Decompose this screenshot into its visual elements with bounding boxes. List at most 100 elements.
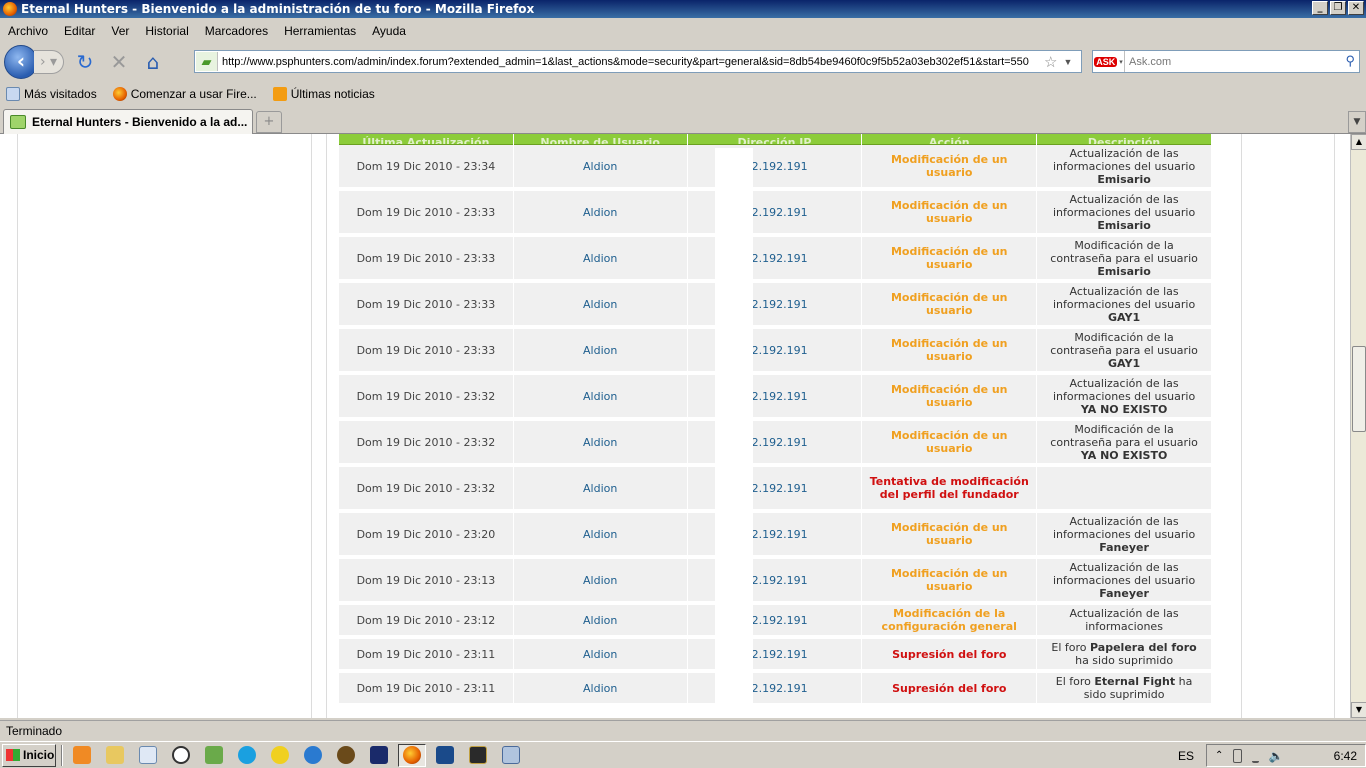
network-signal-icon[interactable]: [1251, 749, 1259, 763]
minimize-button[interactable]: _: [1312, 1, 1328, 15]
scroll-up-arrow-icon[interactable]: ▲: [1351, 134, 1366, 150]
tray-app-icon[interactable]: [1233, 748, 1242, 763]
tray-expand-icon[interactable]: ⌃: [1215, 750, 1223, 761]
cell-user-link[interactable]: Aldion: [513, 639, 687, 673]
cell-user-link[interactable]: Aldion: [513, 513, 687, 559]
navigation-toolbar: ‹ › ▾ ↻ ✕ ⌂ ▰ http://www.psphunters.com/…: [0, 43, 1366, 81]
address-bar[interactable]: ▰ http://www.psphunters.com/admin/index.…: [194, 50, 1082, 73]
bookmark-comenzar-firefox[interactable]: Comenzar a usar Fire...: [112, 87, 257, 101]
search-bar[interactable]: ASK ▾ Ask.com ⚲: [1092, 50, 1360, 73]
tab-list-button[interactable]: ▼: [1348, 111, 1366, 133]
skype-icon[interactable]: [233, 744, 261, 767]
cell-user-link[interactable]: Aldion: [513, 605, 687, 639]
window-app-icon[interactable]: [497, 744, 525, 767]
description-target: Papelera del foro: [1090, 641, 1197, 654]
cell-action: Modificación de un usuario: [862, 421, 1037, 467]
stop-icon[interactable]: ✕: [106, 49, 132, 75]
window-titlebar: Eternal Hunters - Bienvenido a la admini…: [0, 0, 1366, 18]
cell-ip-link[interactable]: .22.192.191: [687, 421, 862, 467]
cell-user-link[interactable]: Aldion: [513, 673, 687, 707]
cell-ip-link[interactable]: .22.192.191: [687, 673, 862, 707]
cell-ip-link[interactable]: .22.192.191: [687, 467, 862, 513]
description-target: YA NO EXISTO: [1080, 402, 1168, 416]
cell-ip-link[interactable]: .22.192.191: [687, 329, 862, 375]
cell-ip-link[interactable]: .22.192.191: [687, 605, 862, 639]
users-app-icon[interactable]: [200, 744, 228, 767]
search-input[interactable]: Ask.com: [1129, 56, 1171, 68]
cell-user-link[interactable]: Aldion: [513, 191, 687, 237]
cell-user-link[interactable]: Aldion: [513, 559, 687, 605]
firefox-icon: [112, 87, 127, 101]
cell-ip-link[interactable]: .22.192.191: [687, 191, 862, 237]
description-target: Emisario: [1097, 172, 1151, 186]
cell-date: Dom 19 Dic 2010 - 23:32: [339, 421, 513, 467]
cell-user-link[interactable]: Aldion: [513, 375, 687, 421]
start-button[interactable]: Inicio: [2, 743, 56, 767]
table-row: Dom 19 Dic 2010 - 23:11 Aldion .22.192.191…: [339, 639, 1211, 673]
bookmark-star-icon[interactable]: ☆: [1044, 53, 1057, 71]
maximize-button[interactable]: ❐: [1330, 1, 1346, 15]
photoshop-icon[interactable]: [431, 744, 459, 767]
cell-description: El foro Papelera del foro ha sido suprim…: [1037, 639, 1211, 673]
menu-ver[interactable]: Ver: [103, 24, 137, 38]
cell-action: Tentativa de modificación del perfil del…: [862, 467, 1037, 513]
bookmarks-toolbar: Más visitados Comenzar a usar Fire... Úl…: [0, 84, 1366, 104]
firefox-taskbar-icon[interactable]: [398, 743, 426, 767]
cell-user-link[interactable]: Aldion: [513, 283, 687, 329]
bookmark-ultimas-noticias[interactable]: Últimas noticias: [272, 87, 375, 101]
clock[interactable]: 6:42: [1334, 749, 1357, 763]
vertical-scrollbar[interactable]: ▲ ▼: [1350, 134, 1366, 718]
menu-editar[interactable]: Editar: [56, 24, 103, 38]
cell-ip-link[interactable]: .22.192.191: [687, 375, 862, 421]
menu-historial[interactable]: Historial: [137, 24, 196, 38]
cell-ip-link[interactable]: .22.192.191: [687, 237, 862, 283]
media-player-icon[interactable]: [68, 744, 96, 767]
menu-marcadores[interactable]: Marcadores: [197, 24, 276, 38]
reload-icon[interactable]: ↻: [72, 49, 98, 75]
cell-description: Actualización de las informaciones del u…: [1037, 375, 1211, 421]
cell-ip-link[interactable]: .22.192.191: [687, 513, 862, 559]
tab-eternal-hunters[interactable]: Eternal Hunters - Bienvenido a la ad...: [3, 109, 253, 134]
clock-app-icon[interactable]: [167, 744, 195, 767]
forward-button[interactable]: › ▾: [34, 50, 64, 74]
menu-herramientas[interactable]: Herramientas: [276, 24, 364, 38]
volume-icon[interactable]: 🔈: [1269, 749, 1284, 763]
bookmark-mas-visitados[interactable]: Más visitados: [6, 87, 97, 101]
back-button[interactable]: ‹: [4, 45, 38, 79]
url-dropdown-icon[interactable]: ▼: [1063, 57, 1072, 67]
scrollbar-thumb[interactable]: [1352, 346, 1366, 432]
messenger-icon[interactable]: [266, 744, 294, 767]
table-row: Dom 19 Dic 2010 - 23:20 Aldion .22.192.191…: [339, 513, 1211, 559]
description-target: Eternal Fight: [1094, 675, 1176, 688]
explorer-folder-icon[interactable]: [101, 744, 129, 767]
scroll-down-arrow-icon[interactable]: ▼: [1351, 702, 1366, 718]
url-text[interactable]: http://www.psphunters.com/admin/index.fo…: [222, 56, 1042, 68]
close-button[interactable]: ✕: [1348, 1, 1364, 15]
site-identity-icon[interactable]: ▰: [196, 52, 218, 71]
taskbar-separator: [61, 744, 63, 766]
cell-ip-link[interactable]: .22.192.191: [687, 639, 862, 673]
cell-ip-link[interactable]: .22.192.191: [687, 145, 862, 191]
new-tab-button[interactable]: +: [256, 111, 282, 133]
language-indicator[interactable]: ES: [1178, 749, 1194, 763]
windows-taskbar: Inicio ES ⌃ 🔈 6:42: [0, 741, 1366, 768]
warcraft-icon[interactable]: [332, 744, 360, 767]
search-icon[interactable]: ⚲: [1345, 53, 1355, 69]
cell-user-link[interactable]: Aldion: [513, 421, 687, 467]
menu-ayuda[interactable]: Ayuda: [364, 24, 414, 38]
game-launcher-icon[interactable]: [365, 744, 393, 767]
cell-ip-link[interactable]: .22.192.191: [687, 559, 862, 605]
notepad-icon[interactable]: [134, 744, 162, 767]
home-icon[interactable]: ⌂: [140, 49, 166, 75]
search-engine-selector[interactable]: ASK ▾: [1093, 51, 1125, 72]
system-tray: ES ⌃ 🔈 6:42: [1178, 744, 1366, 767]
menu-archivo[interactable]: Archivo: [0, 24, 56, 38]
internet-explorer-icon[interactable]: [299, 744, 327, 767]
cell-ip-link[interactable]: .22.192.191: [687, 283, 862, 329]
cell-user-link[interactable]: Aldion: [513, 329, 687, 375]
cell-user-link[interactable]: Aldion: [513, 145, 687, 191]
league-launcher-icon[interactable]: [464, 744, 492, 767]
col-header-date[interactable]: Última Actualización: [339, 134, 513, 145]
cell-user-link[interactable]: Aldion: [513, 237, 687, 283]
cell-user-link[interactable]: Aldion: [513, 467, 687, 513]
